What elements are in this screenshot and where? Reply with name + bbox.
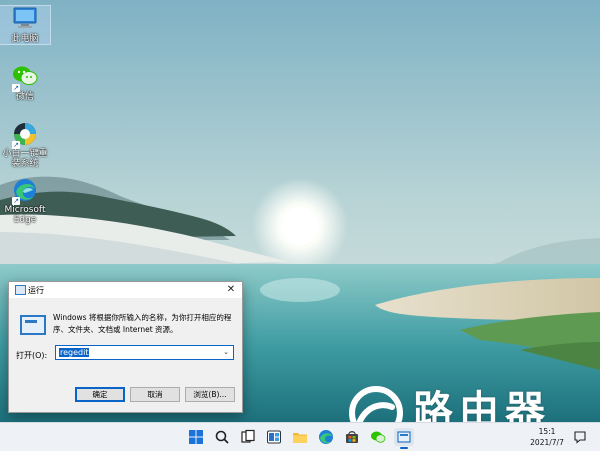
desktop-icon-label: 此电脑 xyxy=(11,34,39,44)
ok-button[interactable]: 确定 xyxy=(75,387,125,402)
start-button[interactable] xyxy=(186,428,206,446)
run-description: Windows 将根据你所输入的名称，为你打开相应的程序、文件夹、文档或 Int… xyxy=(53,313,232,334)
clock[interactable]: 15:1 2021/7/7 xyxy=(530,426,564,448)
desktop-icon-label: Microsoft Edge xyxy=(4,205,46,225)
notification-icon[interactable] xyxy=(573,430,587,444)
wechat-taskbar-button[interactable] xyxy=(368,428,388,446)
chevron-down-icon[interactable]: ⌄ xyxy=(221,347,231,358)
edge-taskbar-button[interactable] xyxy=(316,428,336,446)
open-input[interactable]: regedit xyxy=(59,348,90,357)
close-button[interactable]: ✕ xyxy=(224,283,238,296)
browse-button[interactable]: 浏览(B)... xyxy=(185,387,235,402)
desktop-icon-label: 小白一键重装系统 xyxy=(2,149,48,169)
open-label: 打开(O): xyxy=(16,351,48,360)
taskbar: 15:1 2021/7/7 xyxy=(0,422,600,451)
wechat-icon: ↗ xyxy=(12,64,38,92)
file-explorer-button[interactable] xyxy=(290,428,310,446)
task-view-icon xyxy=(241,429,255,443)
shortcut-arrow-icon: ↗ xyxy=(12,141,20,149)
start-icon xyxy=(189,430,203,444)
file-explorer-icon xyxy=(293,433,307,443)
shortcut-arrow-icon: ↗ xyxy=(12,84,20,92)
search-button[interactable] xyxy=(212,428,232,446)
desktop-icon-this-pc[interactable]: 此电脑 xyxy=(0,5,51,45)
desktop-icon-xiaobai[interactable]: ↗ 小白一键重装系统 xyxy=(0,121,50,169)
widgets-button[interactable] xyxy=(264,428,284,446)
desktop-icon-wechat[interactable]: ↗ 微信 xyxy=(0,64,50,102)
run-icon xyxy=(15,285,26,295)
search-icon xyxy=(215,430,229,444)
open-combobox[interactable]: regedit ⌄ xyxy=(55,345,234,360)
cancel-button[interactable]: 取消 xyxy=(130,387,180,402)
desktop-icon-label: 微信 xyxy=(15,92,34,102)
xiaobai-icon: ↗ xyxy=(12,121,38,149)
store-button[interactable] xyxy=(342,428,362,446)
run-dialog-title: 运行 xyxy=(28,286,44,295)
clock-time: 15:1 xyxy=(538,427,556,436)
run-dialog: 运行 ✕ Windows 将根据你所输入的名称，为你打开相应的程序、文件夹、文档… xyxy=(8,281,243,413)
run-program-icon xyxy=(20,315,46,335)
desktop-icon-edge[interactable]: ↗ Microsoft Edge xyxy=(0,177,50,225)
widgets-icon xyxy=(267,430,281,444)
clock-date: 2021/7/7 xyxy=(530,438,564,447)
run-icon xyxy=(397,431,411,443)
wechat-icon xyxy=(371,431,386,443)
run-titlebar[interactable]: 运行 ✕ xyxy=(9,282,242,298)
shortcut-arrow-icon: ↗ xyxy=(12,197,20,205)
edge-icon xyxy=(319,430,333,444)
run-taskbar-button[interactable] xyxy=(394,428,414,449)
this-pc-icon xyxy=(12,6,38,32)
task-view-button[interactable] xyxy=(238,428,258,446)
edge-icon: ↗ xyxy=(12,177,38,205)
store-icon xyxy=(346,431,358,443)
